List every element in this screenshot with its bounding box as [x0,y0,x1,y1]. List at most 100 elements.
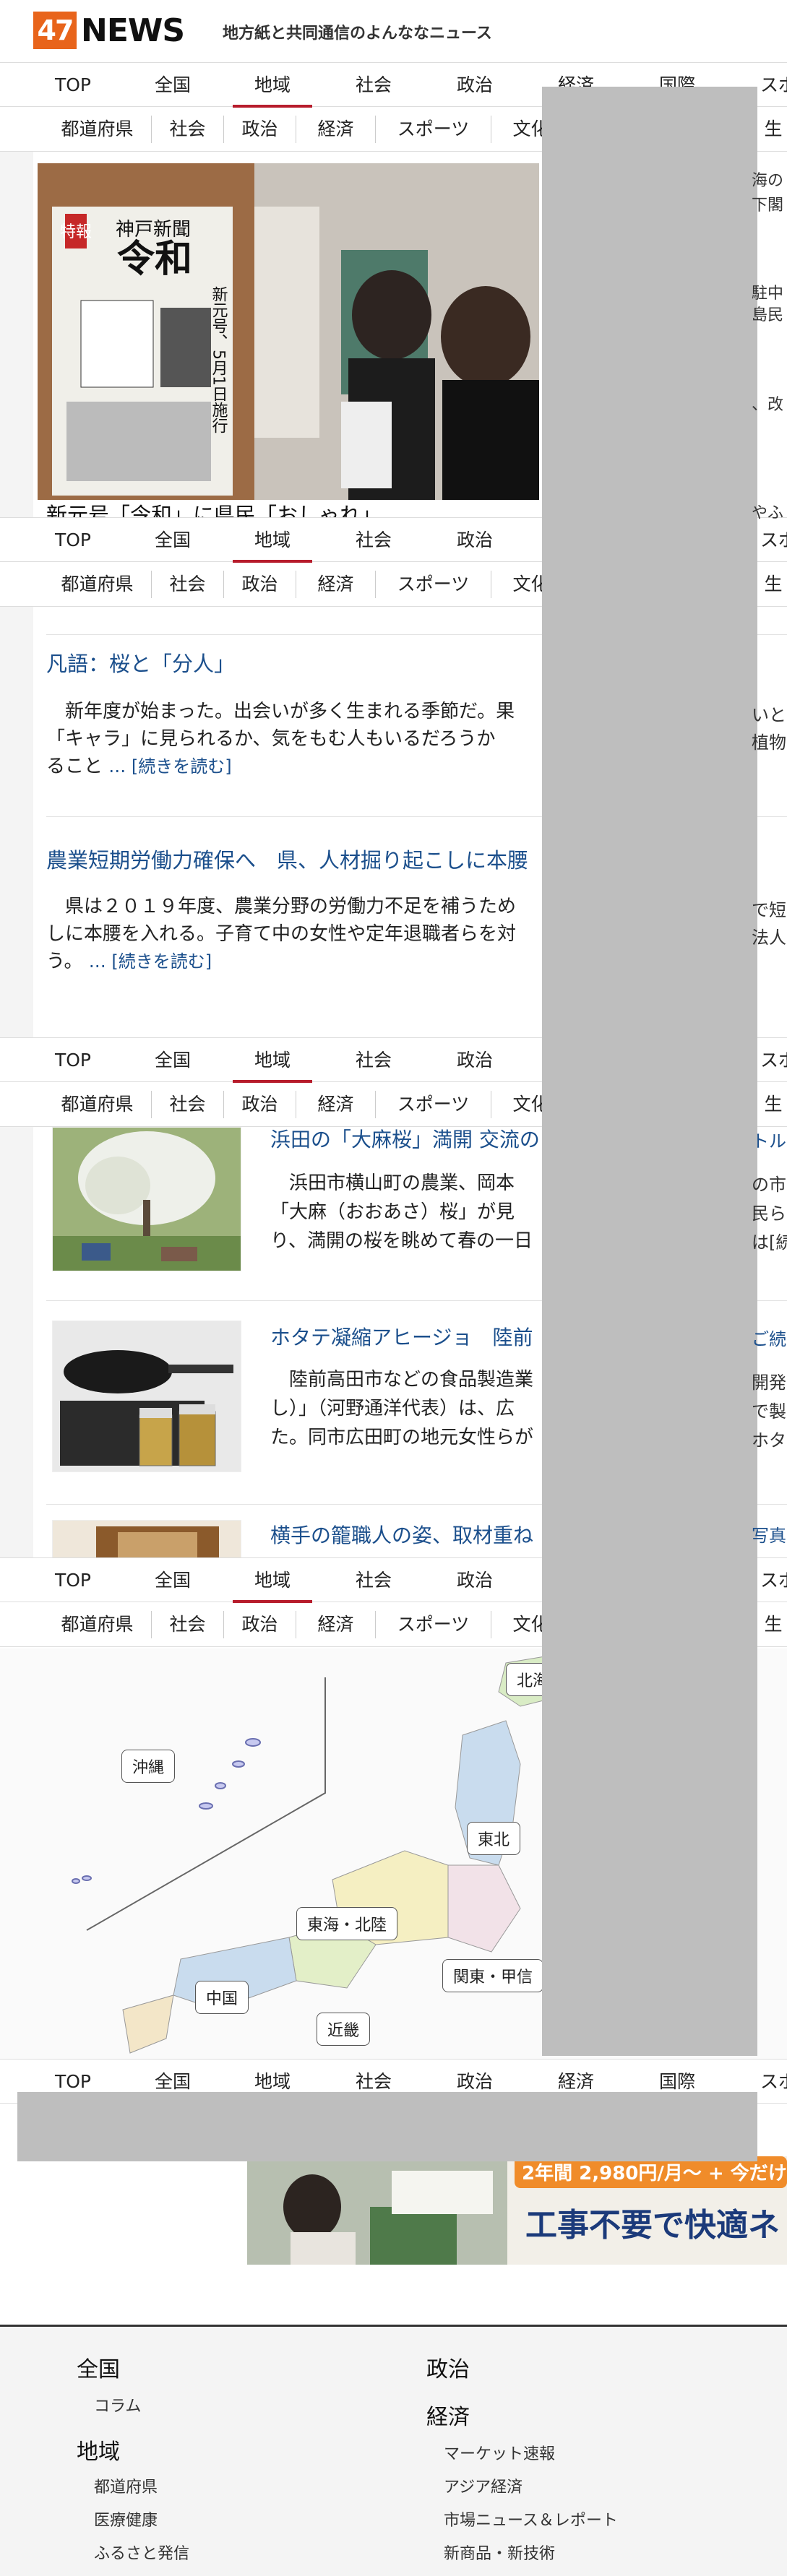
nav-shakai[interactable]: 社会 [334,1558,413,1603]
read-more-link[interactable]: … [続きを読む] [89,951,212,972]
side-snippet[interactable]: 海の [752,168,783,191]
subnav-sports[interactable]: スポーツ [376,571,491,598]
nav-chiiki[interactable]: 地域 [233,1038,312,1083]
subnav-shakai[interactable]: 社会 [152,571,224,598]
column-fragment: で短 [752,900,786,920]
site-header: 47 NEWS 地方紙と共同通信のよんななニュース [0,0,787,62]
site-tagline: 地方紙と共同通信のよんななニュース [223,25,492,43]
news-title[interactable]: 横手の籠職人の姿、取材重ね [270,1520,533,1549]
nav-top[interactable]: TOP [33,63,113,108]
nav-chiiki[interactable]: 地域 [233,518,312,563]
region-okinawa[interactable]: 沖縄 [121,1750,176,1783]
nav-seiji[interactable]: 政治 [435,63,515,108]
nav-shakai[interactable]: 社会 [334,1038,413,1083]
subnav-sports[interactable]: スポーツ [376,1611,491,1638]
column-title[interactable]: 凡語：桜と「分人」 [46,647,235,678]
footer-column-seiji: 政治 経済 マーケット速報 アジア経済 市場ニュース＆レポート 新商品・新技術 [426,2351,618,2564]
side-snippet[interactable]: 、改 [752,392,783,415]
footer-link[interactable]: アジア経済 [444,2474,618,2497]
news-thumbnail[interactable] [52,1127,241,1271]
ad-banner[interactable]: 2年間 2,980円/月～ + 今だけ 工事不要で快適ネ [247,2156,787,2265]
side-snippet[interactable]: やふ [752,500,783,523]
nav-chiiki[interactable]: 地域 [233,1558,312,1603]
nav-seiji[interactable]: 政治 [435,1038,515,1083]
region-kanto-koshin[interactable]: 関東・甲信 [442,1959,544,1992]
nav-top[interactable]: TOP [33,1558,113,1603]
subnav-seiji[interactable]: 政治 [224,116,296,143]
footer-head[interactable]: 全国 [77,2351,189,2383]
news-title[interactable]: 浜田の「大麻桜」満開 交流の [270,1124,540,1153]
column-line: ること [46,756,103,777]
news-fragment: 開発 [752,1373,786,1393]
subnav-shakai[interactable]: 社会 [152,1611,224,1638]
region-tohoku[interactable]: 東北 [467,1822,521,1855]
subnav-seiji[interactable]: 政治 [224,571,296,598]
footer-head[interactable]: 政治 [426,2351,618,2383]
side-snippet[interactable]: 駐中 [752,280,783,303]
nav-seiji[interactable]: 政治 [435,518,515,563]
footer-link[interactable]: 市場ニュース＆レポート [444,2507,618,2530]
nav-seiji[interactable]: 政治 [435,1558,515,1603]
subnav-sports[interactable]: スポーツ [376,1091,491,1118]
subnav-todofuken[interactable]: 都道府県 [43,571,152,598]
column-fragment: 法人 [752,928,786,948]
logo-word: NEWS [81,12,185,49]
footer-link[interactable]: 医療健康 [94,2507,189,2530]
nav-top[interactable]: TOP [33,518,113,563]
news-fragment: で製 [752,1401,786,1422]
footer-link[interactable]: 新商品・新技術 [444,2541,618,2564]
subnav-sports[interactable]: スポーツ [376,116,491,143]
site-logo[interactable]: 47 NEWS [33,12,185,49]
news-fragment: トル [752,1131,786,1151]
paper-vertical: 新元号、5月1日施行 [210,286,228,433]
nav-shakai[interactable]: 社会 [334,63,413,108]
nav-shakai[interactable]: 社会 [334,518,413,563]
news-fragment: ご続 [752,1329,786,1349]
ad-price: 2年間 2,980円/月～ + 今だけ [522,2162,787,2184]
footer-column-zenkoku: 全国 コラム 地域 都道府県 医療健康 ふるさと発信 [77,2351,189,2564]
region-tokai-hokuriku[interactable]: 東海・北陸 [296,1907,398,1940]
subnav-todofuken[interactable]: 都道府県 [43,1611,152,1638]
nav-zenkoku[interactable]: 全国 [133,1558,212,1603]
nav-zenkoku[interactable]: 全国 [133,518,212,563]
news-thumbnail[interactable] [52,1520,241,1560]
footer-link[interactable]: ふるさと発信 [94,2541,189,2564]
subnav-keizai[interactable]: 経済 [296,1611,376,1638]
logo-number: 47 [33,12,77,49]
nav-chiiki[interactable]: 地域 [233,63,312,108]
read-more-link[interactable]: … [続きを読む] [108,756,231,777]
news-title[interactable]: ホタテ凝縮アヒージョ 陸前 [270,1322,533,1351]
nav-zenkoku[interactable]: 全国 [133,1038,212,1083]
news-fragment: 写真 [752,1526,786,1546]
subnav-seiji[interactable]: 政治 [224,1091,296,1118]
subnav-todofuken[interactable]: 都道府県 [43,1091,152,1118]
subnav-seiji[interactable]: 政治 [224,1611,296,1638]
footer-link[interactable]: コラム [94,2393,189,2416]
subnav-keizai[interactable]: 経済 [296,571,376,598]
paper-badge: 特報 [60,223,92,241]
news-fragment: の市 [752,1175,786,1195]
subnav-shakai[interactable]: 社会 [152,116,224,143]
footer-link[interactable]: 都道府県 [94,2474,189,2497]
column-line: う。 [46,951,83,972]
subnav-todofuken[interactable]: 都道府県 [43,116,152,143]
subnav-keizai[interactable]: 経済 [296,116,376,143]
side-snippet[interactable]: 下閣 [752,192,783,215]
left-strip [0,607,33,1040]
footer-head[interactable]: 経済 [426,2399,618,2431]
nav-top[interactable]: TOP [33,1038,113,1083]
footer-head[interactable]: 地域 [77,2434,189,2465]
hero-photo[interactable]: 特報 神戸新聞 令和 新元号、5月1日施行 [38,163,539,500]
region-kinki[interactable]: 近畿 [317,2013,371,2046]
redaction-overlay [17,2092,757,2161]
ad-headline: 工事不要で快適ネ [525,2207,780,2244]
subnav-shakai[interactable]: 社会 [152,1091,224,1118]
region-chugoku[interactable]: 中国 [195,1981,249,2014]
news-thumbnail[interactable] [52,1321,241,1472]
column-title[interactable]: 農業短期労働力確保へ 県、人材掘り起こしに本腰 [46,844,528,874]
site-footer: 全国 コラム 地域 都道府県 医療健康 ふるさと発信 政治 経済 マーケット速報… [0,2325,787,2576]
side-snippet[interactable]: 島民 [752,302,783,325]
footer-link[interactable]: マーケット速報 [444,2441,618,2464]
subnav-keizai[interactable]: 経済 [296,1091,376,1118]
nav-zenkoku[interactable]: 全国 [133,63,212,108]
